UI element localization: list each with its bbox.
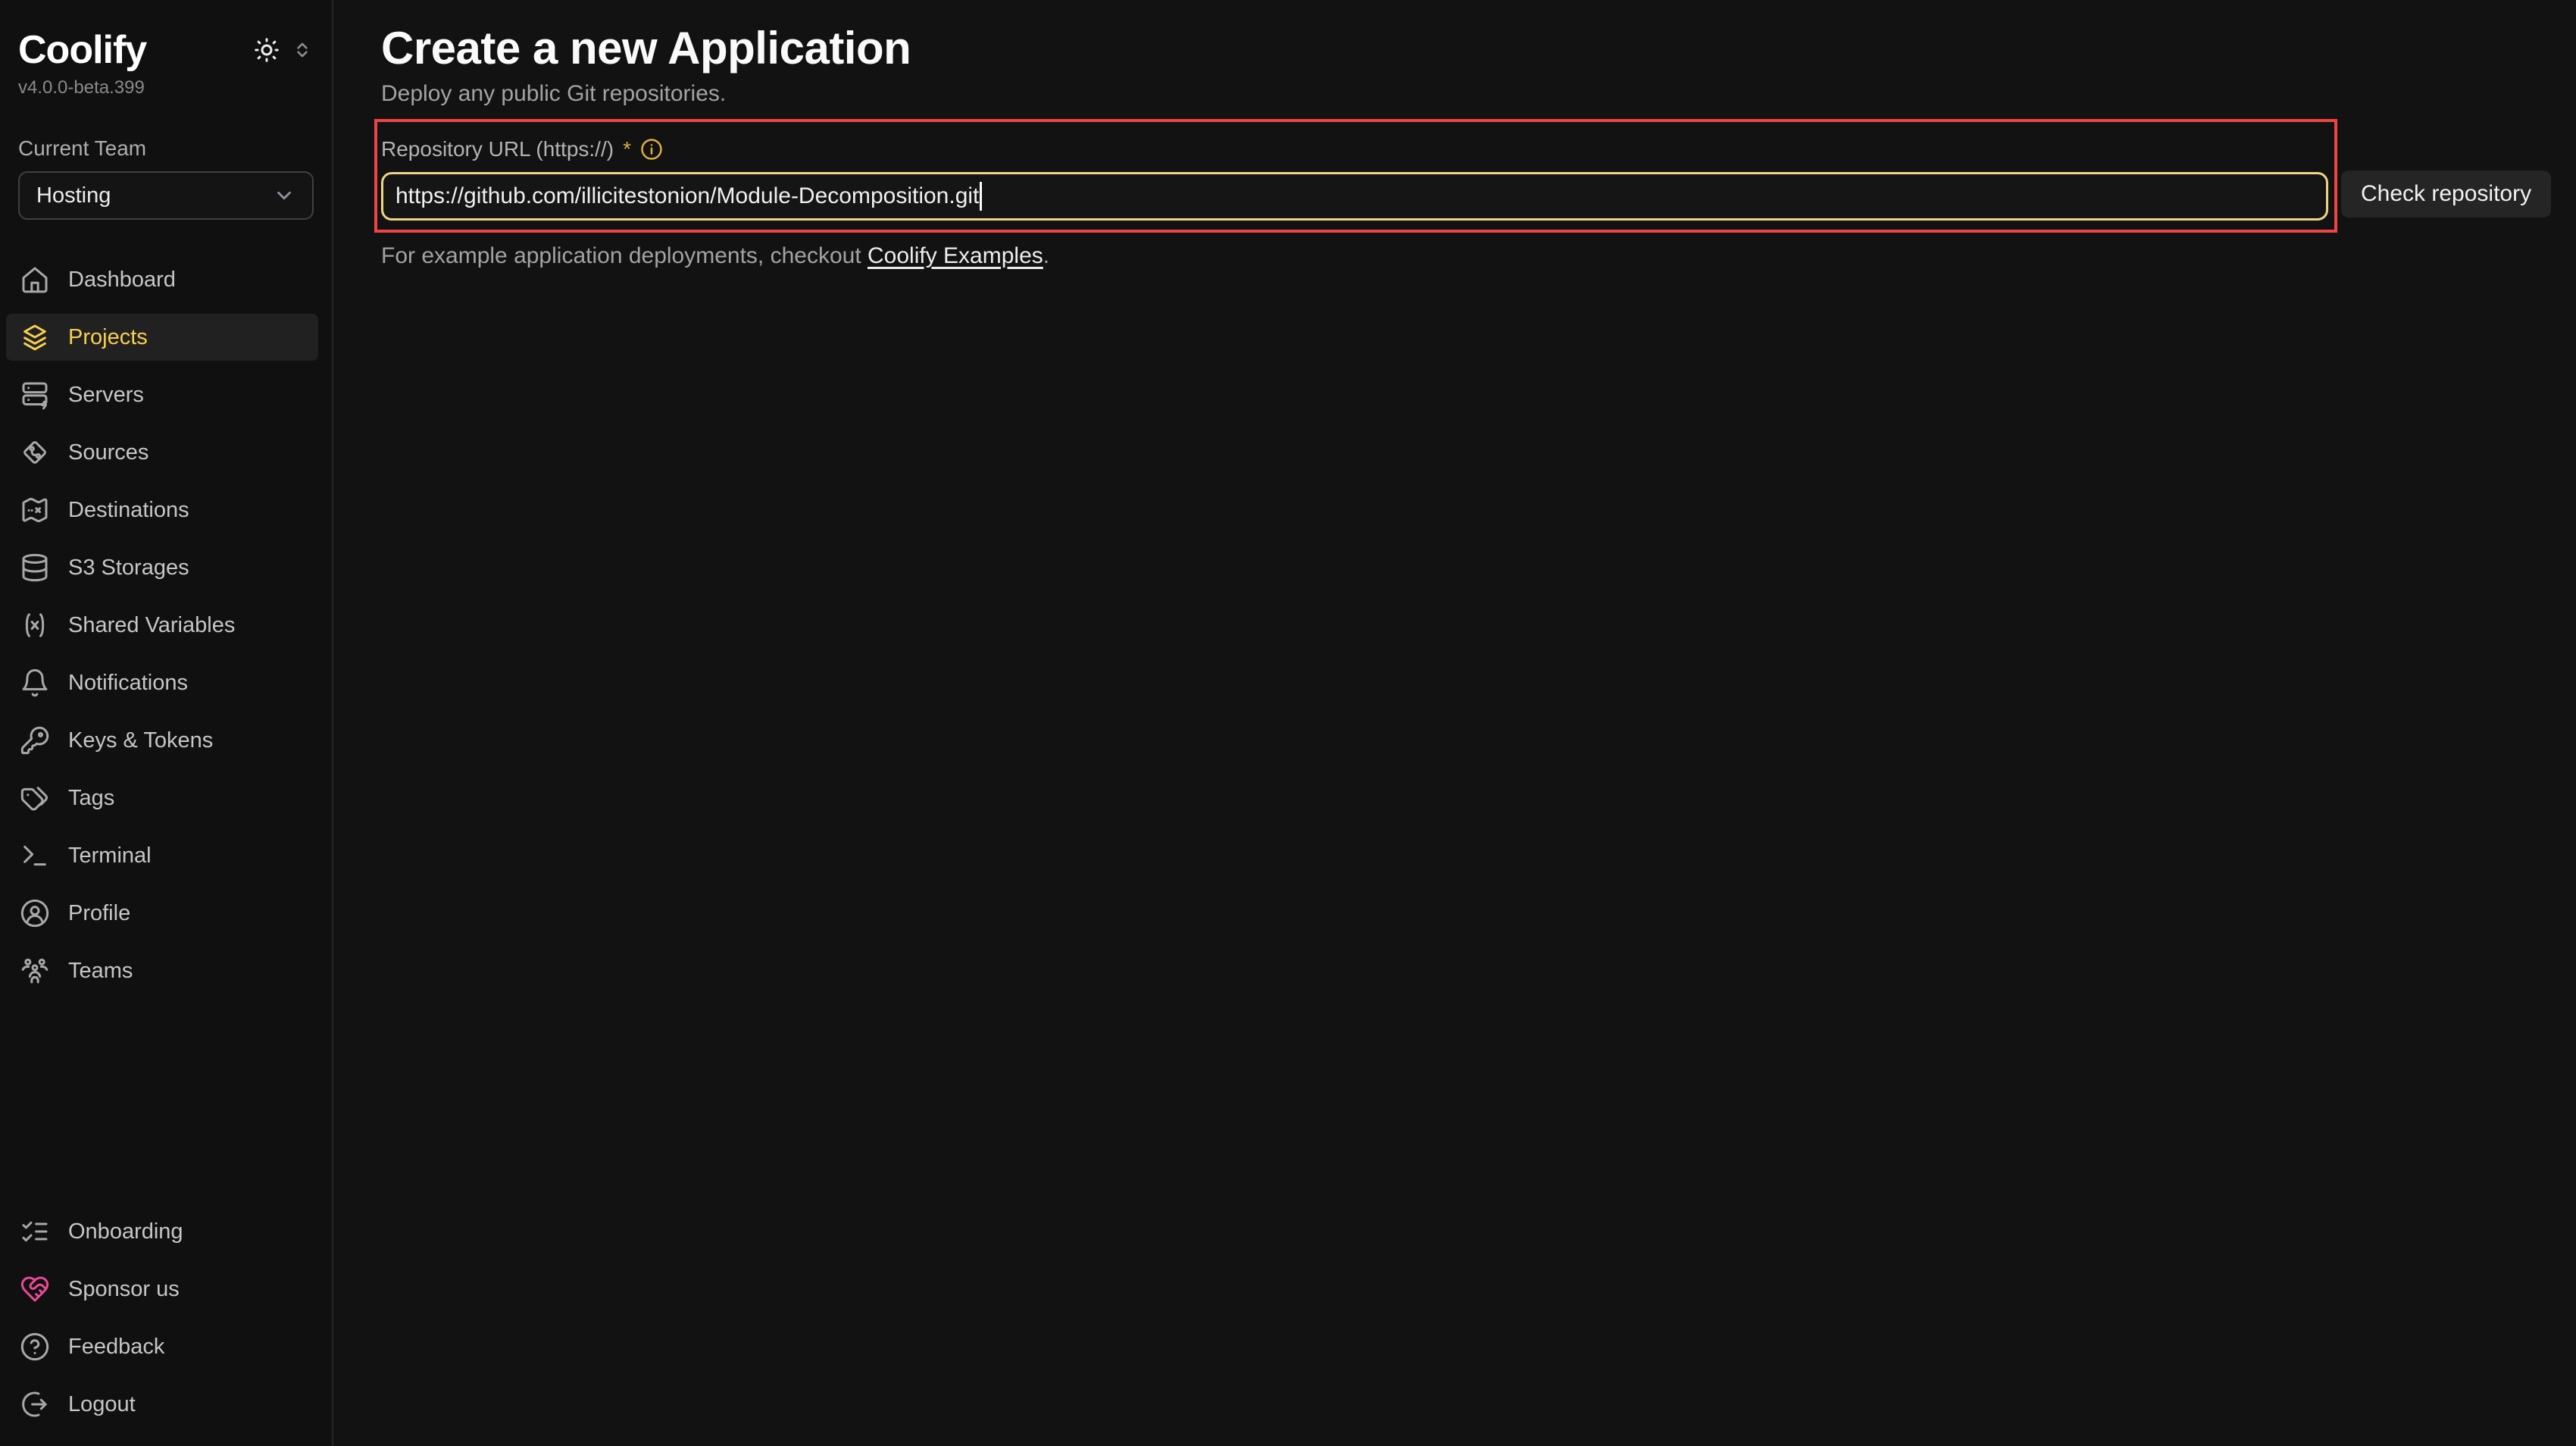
coolify-examples-link[interactable]: Coolify Examples [868,243,1043,268]
sidebar-item-label: Servers [68,383,144,408]
helper-suffix: . [1043,243,1049,268]
chevrons-up-down-icon[interactable] [292,40,312,60]
sidebar-item-label: Feedback [68,1335,164,1360]
sidebar-item-feedback[interactable]: Feedback [6,1323,318,1370]
sidebar-item-label: Shared Variables [68,613,235,638]
repository-form: Repository URL (https://) * https://gith… [374,119,2337,233]
sidebar-item-projects[interactable]: Projects [6,314,318,361]
info-icon[interactable] [640,138,663,161]
terminal-icon [20,840,50,871]
tags-icon [20,783,50,813]
check-repository-button[interactable]: Check repository [2341,171,2551,218]
app-version: v4.0.0-beta.399 [0,77,332,99]
sidebar-item-notifications[interactable]: Notifications [6,659,318,706]
sidebar-item-label: Destinations [68,498,189,523]
layers-icon [20,322,50,352]
sidebar-item-label: Onboarding [68,1219,183,1244]
sidebar-item-label: Projects [68,325,148,350]
annotation-highlight-box: Repository URL (https://) * https://gith… [374,119,2337,233]
sidebar-item-onboarding[interactable]: Onboarding [6,1208,318,1255]
page-subtitle: Deploy any public Git repositories. [381,81,2576,107]
sidebar-item-destinations[interactable]: Destinations [6,487,318,534]
sidebar-item-label: Teams [68,959,133,984]
sidebar-nav: Dashboard Projects Servers Sources Destinati… [0,256,332,1438]
list-checks-icon [20,1216,50,1247]
required-asterisk: * [623,137,631,161]
page-title: Create a new Application [381,23,2576,74]
app-logo: Coolify [18,27,146,73]
sidebar-item-keys-tokens[interactable]: Keys & Tokens [6,717,318,764]
database-icon [20,552,50,583]
sidebar-item-s3-storages[interactable]: S3 Storages [6,544,318,591]
sidebar: Coolify v4.0.0-beta.399 Current Team Hos… [0,0,333,1446]
sidebar-item-sponsor-us[interactable]: Sponsor us [6,1266,318,1313]
sidebar-item-logout[interactable]: Logout [6,1381,318,1428]
repository-url-input[interactable]: https://github.com/illicitestonion/Modul… [381,172,2328,221]
user-circle-icon [20,898,50,928]
braces-x-icon [20,610,50,640]
sidebar-item-dashboard[interactable]: Dashboard [6,256,318,303]
users-icon [20,956,50,986]
sidebar-item-label: Keys & Tokens [68,728,213,753]
sidebar-item-shared-variables[interactable]: Shared Variables [6,602,318,649]
team-select[interactable]: Hosting [18,171,314,220]
theme-toggle-sun-icon[interactable] [253,36,280,64]
helper-prefix: For example application deployments, che… [381,243,868,268]
sidebar-item-label: Sponsor us [68,1277,180,1302]
sidebar-item-label: Dashboard [68,268,176,293]
current-team-label: Current Team [0,136,332,161]
repository-url-label: Repository URL (https://) [381,137,614,161]
heart-handshake-icon [20,1274,50,1304]
logo-row: Coolify [0,27,332,73]
sidebar-item-label: Notifications [68,671,188,696]
log-out-icon [20,1389,50,1419]
git-diamond-icon [20,437,50,468]
sidebar-item-label: Sources [68,440,148,465]
sidebar-item-sources[interactable]: Sources [6,429,318,476]
nav-spacer [0,1005,332,1208]
map-icon [20,495,50,525]
sidebar-item-label: Logout [68,1392,136,1417]
help-circle-icon [20,1332,50,1362]
sidebar-item-terminal[interactable]: Terminal [6,832,318,879]
helper-text: For example application deployments, che… [381,243,2576,269]
server-icon [20,380,50,410]
key-icon [20,725,50,756]
text-caret [980,182,982,211]
repository-url-value: https://github.com/illicitestonion/Modul… [395,183,979,209]
sidebar-item-label: Tags [68,786,114,811]
sidebar-item-label: Terminal [68,844,152,869]
sidebar-item-profile[interactable]: Profile [6,890,318,937]
sidebar-item-tags[interactable]: Tags [6,775,318,822]
sidebar-item-label: Profile [68,901,130,926]
home-icon [20,264,50,295]
sidebar-item-servers[interactable]: Servers [6,371,318,418]
main-content: Create a new Application Deploy any publ… [333,0,2576,269]
team-select-value: Hosting [36,183,111,208]
bell-icon [20,668,50,698]
chevron-down-icon [273,184,295,207]
sidebar-item-label: S3 Storages [68,556,189,581]
sidebar-item-teams[interactable]: Teams [6,947,318,994]
